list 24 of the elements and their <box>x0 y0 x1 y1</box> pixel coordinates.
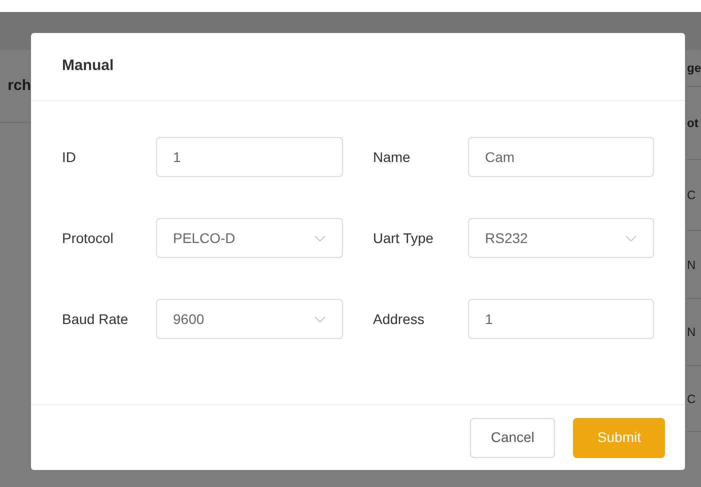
chevron-down-icon <box>314 316 326 322</box>
table-cell-text: N <box>687 256 696 274</box>
table-cell-text: ot <box>687 115 698 132</box>
table-cell-text: ge <box>687 60 701 77</box>
select-field[interactable]: RS232 <box>468 218 654 258</box>
column-header: rch <box>8 76 31 96</box>
table-cell-text: C <box>687 390 696 408</box>
chevron-down-icon <box>314 234 326 242</box>
select-field[interactable]: 9600 <box>156 299 343 339</box>
field-label: Address <box>373 310 426 328</box>
text-field[interactable]: 1 <box>156 137 343 177</box>
field-label: Name <box>373 148 412 166</box>
field-label: ID <box>62 148 77 166</box>
table-cell-text: N <box>687 324 696 341</box>
table-cell-text: C <box>687 187 696 204</box>
dialog-title: Manual <box>62 56 114 76</box>
text-field[interactable]: Cam <box>468 137 654 177</box>
field-label: Protocol <box>62 228 114 248</box>
chevron-down-icon <box>625 234 637 242</box>
select-field[interactable]: PELCO-D <box>156 218 343 258</box>
text-field[interactable]: 1 <box>468 299 654 339</box>
field-label: Baud Rate <box>62 310 130 328</box>
cancel-button[interactable]: Cancel <box>470 418 556 458</box>
field-label: Uart Type <box>373 228 434 248</box>
